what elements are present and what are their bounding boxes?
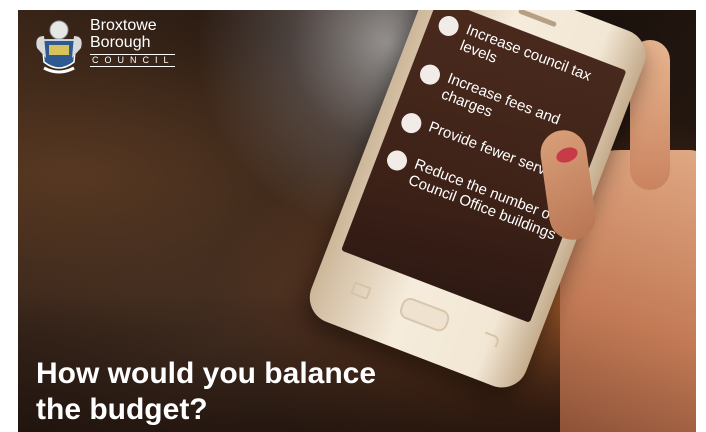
- logo-wordmark: Broxtowe Borough COUNCIL: [90, 18, 175, 67]
- option-radio-icon[interactable]: [435, 13, 462, 39]
- option-radio-icon[interactable]: [398, 110, 425, 137]
- banner-image: Increase council tax levels Increase fee…: [0, 0, 706, 432]
- logo-line-council: COUNCIL: [90, 54, 175, 67]
- council-logo[interactable]: Broxtowe Borough COUNCIL: [34, 18, 175, 78]
- option-radio-icon[interactable]: [417, 61, 443, 88]
- right-border: [696, 0, 706, 432]
- option-radio-icon[interactable]: [384, 147, 410, 174]
- home-button: [397, 295, 452, 334]
- title-line-2: the budget?: [36, 393, 208, 426]
- back-icon: [481, 331, 501, 348]
- left-border: [0, 0, 18, 432]
- page-title: How would you balance the budget?: [36, 356, 456, 428]
- phone-speaker: [517, 8, 558, 28]
- recent-apps-icon: [350, 281, 372, 300]
- logo-line-broxtowe: Broxtowe: [90, 17, 157, 34]
- borough-crest-icon: [34, 18, 84, 78]
- smartphone: Increase council tax levels Increase fee…: [302, 0, 654, 396]
- title-line-1: How would you balance: [36, 357, 377, 390]
- logo-line-borough: Borough: [90, 34, 151, 51]
- top-border: [18, 0, 696, 10]
